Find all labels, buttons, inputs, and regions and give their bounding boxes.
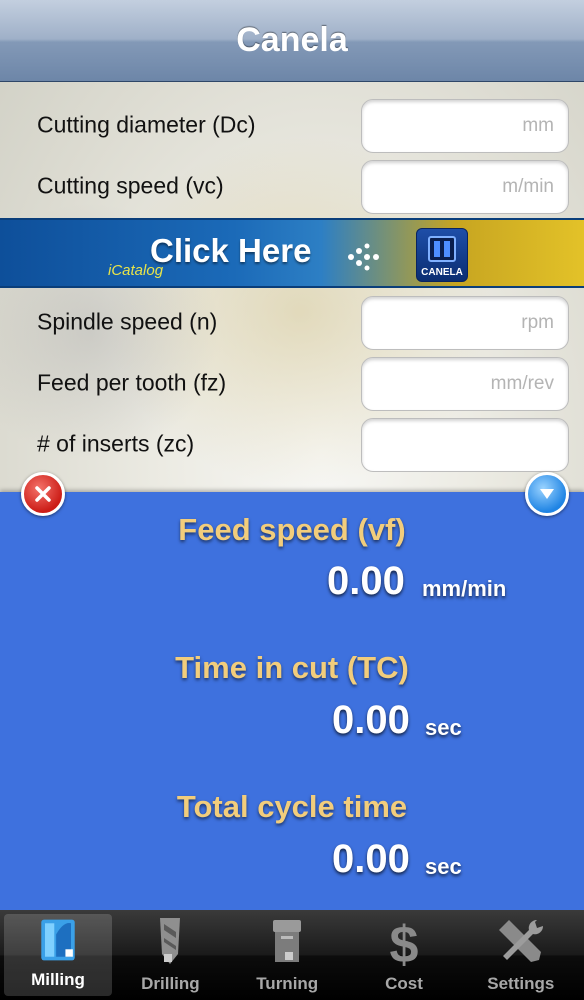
spindle-speed-row: Spindle speed (n) — [0, 291, 584, 353]
drill-bit-icon — [160, 918, 181, 964]
svg-text:$: $ — [390, 916, 419, 970]
total-cycle-time-title: Total cycle time — [176, 789, 408, 824]
canela-logo: CANELA — [416, 228, 468, 282]
feed-speed-unit: mm/min — [422, 576, 507, 601]
feed-per-tooth-row: Feed per tooth (fz) — [0, 352, 584, 414]
inserts-input[interactable] — [361, 418, 569, 472]
cutting-speed-input[interactable] — [361, 160, 569, 214]
cutting-diameter-row: Cutting diameter (Dc) — [0, 94, 584, 156]
tab-turning-label: Turning — [256, 974, 319, 993]
dollar-icon: $ — [390, 916, 419, 970]
navigation-bar: Canela — [0, 0, 584, 82]
tab-drilling-label: Drilling — [141, 974, 200, 993]
tools-icon — [498, 919, 543, 962]
tab-cost-label: Cost — [385, 974, 423, 993]
time-in-cut-title: Time in cut (TC) — [175, 650, 409, 685]
total-cycle-time-unit: sec — [425, 854, 462, 879]
tab-milling-label: Milling — [31, 970, 85, 989]
tab-turning[interactable]: Turning — [229, 910, 346, 1000]
banner-icatalog-text: iCatalog — [108, 262, 164, 279]
cutting-diameter-input[interactable] — [361, 99, 569, 153]
cutting-speed-label: Cutting speed (vc) — [37, 172, 224, 199]
tab-settings[interactable]: Settings — [462, 910, 579, 1000]
tab-bar: Milling Drilling Turning $ Cost Settings — [0, 910, 584, 1000]
spindle-speed-input[interactable] — [361, 296, 569, 350]
turning-insert-icon — [273, 920, 302, 962]
feed-speed-value: 0.00 — [327, 559, 405, 603]
milling-tool-icon — [41, 919, 75, 961]
inserts-row: # of inserts (zc) — [0, 413, 584, 475]
app-title: Canela — [236, 21, 348, 59]
collapse-button[interactable] — [525, 472, 569, 516]
results-panel: Feed speed (vf) 0.00 mm/min Time in cut … — [0, 492, 584, 910]
feed-speed-title: Feed speed (vf) — [178, 512, 406, 547]
canela-logo-text: CANELA — [421, 267, 463, 278]
cutting-speed-row: Cutting speed (vc) — [0, 155, 584, 217]
feed-per-tooth-input[interactable] — [361, 357, 569, 411]
book-icon — [428, 236, 456, 262]
total-cycle-time-value: 0.00 — [332, 837, 410, 881]
close-x-icon — [35, 486, 51, 502]
tab-milling[interactable]: Milling — [4, 914, 112, 996]
cutting-diameter-label: Cutting diameter (Dc) — [37, 111, 256, 138]
time-in-cut-unit: sec — [425, 715, 462, 740]
banner-click-here-text: Click Here — [150, 232, 312, 269]
tab-settings-label: Settings — [487, 974, 555, 993]
tab-cost[interactable]: $ Cost — [346, 910, 463, 1000]
feed-per-tooth-label: Feed per tooth (fz) — [37, 369, 227, 396]
icatalog-ad-banner[interactable]: Click Here iCatalog CANELA — [0, 218, 584, 288]
inserts-label: # of inserts (zc) — [37, 430, 195, 457]
time-in-cut-value: 0.00 — [332, 698, 410, 742]
spindle-speed-label: Spindle speed (n) — [37, 308, 218, 335]
tab-drilling[interactable]: Drilling — [112, 910, 229, 1000]
close-button[interactable] — [21, 472, 65, 516]
dots-icon — [348, 243, 379, 271]
chevron-down-icon — [540, 489, 554, 499]
